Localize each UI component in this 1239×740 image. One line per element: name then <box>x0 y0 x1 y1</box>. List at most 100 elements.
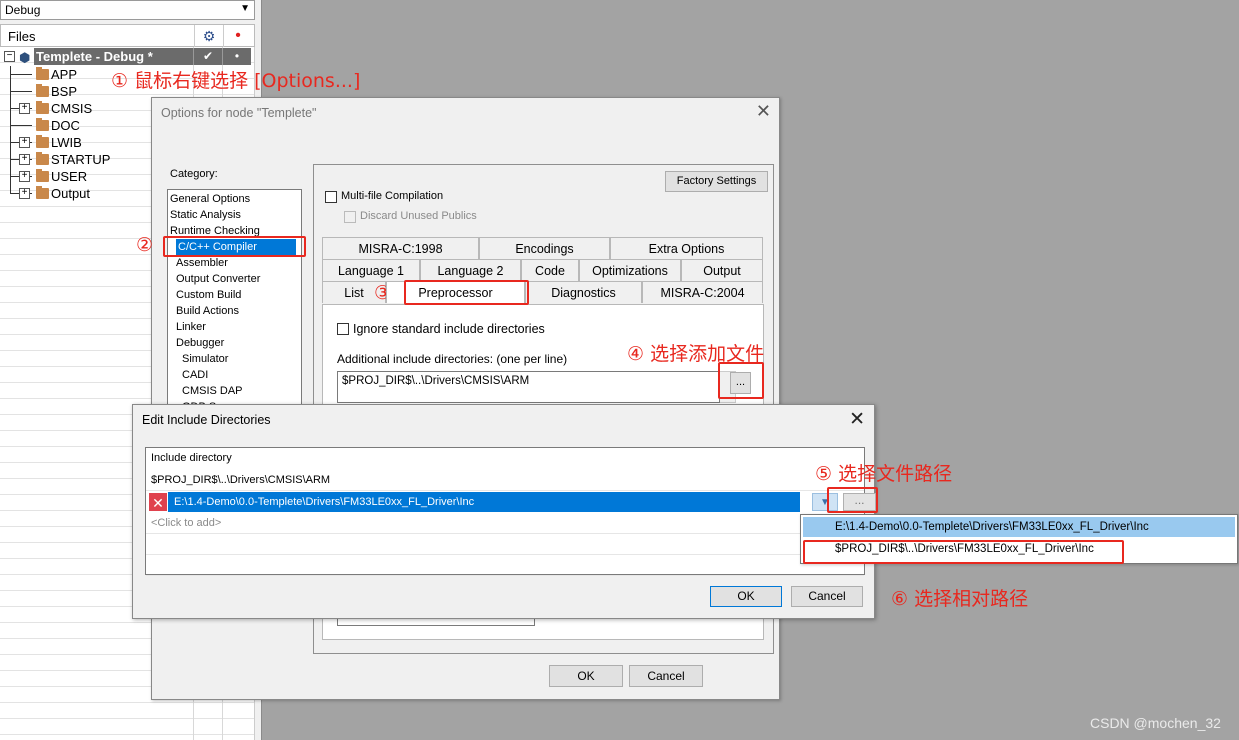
category-item-label: General Options <box>170 193 251 205</box>
root-dot-icon: • <box>222 48 251 65</box>
category-list[interactable]: General Options Static Analysis Runtime Ch… <box>167 189 302 409</box>
tab-misra-c-1998[interactable]: MISRA-C:1998 <box>322 237 479 259</box>
tab-code[interactable]: Code <box>521 259 579 281</box>
build-config-select[interactable]: Debug ▼ <box>0 0 255 20</box>
root-check-icon: ✔ <box>193 48 222 65</box>
category-item-label: Build Actions <box>176 305 239 317</box>
ok-button[interactable]: OK <box>549 665 623 687</box>
expand-toggle-icon[interactable]: + <box>19 188 30 199</box>
multi-file-checkbox[interactable] <box>325 191 337 203</box>
close-icon[interactable]: ✕ <box>849 408 865 431</box>
folder-icon <box>36 101 49 114</box>
tab-encodings[interactable]: Encodings <box>479 237 610 259</box>
category-item-12[interactable]: CMSIS DAP <box>168 383 301 399</box>
files-label: Files <box>8 29 36 44</box>
tab-optimizations[interactable]: Optimizations <box>579 259 681 281</box>
watermark: CSDN @mochen_32 <box>1090 715 1221 731</box>
additional-include-label: Additional include directories: (one per… <box>337 352 568 366</box>
tab-diagnostics[interactable]: Diagnostics <box>525 281 642 303</box>
folder-icon <box>36 84 49 97</box>
factory-settings-button[interactable]: Factory Settings <box>665 171 768 192</box>
dropdown-item-absolute[interactable]: E:\1.4-Demo\0.0-Templete\Drivers\FM33LE0… <box>803 517 1235 537</box>
folder-icon <box>36 152 49 165</box>
category-item-9[interactable]: Debugger <box>168 335 301 351</box>
category-item-label: Simulator <box>182 353 229 365</box>
highlight-compiler <box>163 236 306 257</box>
cancel-button[interactable]: Cancel <box>791 586 863 607</box>
dialog-title: Edit Include Directories <box>142 413 271 427</box>
category-item-label: Static Analysis <box>170 209 241 221</box>
tree-folder-label: USER <box>51 169 88 184</box>
expand-toggle-icon[interactable]: + <box>19 137 30 148</box>
tab-output[interactable]: Output <box>681 259 763 281</box>
list-row-empty <box>146 555 864 576</box>
multi-file-label: Multi-file Compilation <box>341 190 444 202</box>
discard-unused-checkbox <box>344 211 356 223</box>
category-item-0[interactable]: General Options <box>168 191 301 207</box>
tree-folder-label: CMSIS <box>51 101 93 116</box>
collapse-toggle-icon[interactable]: − <box>4 51 15 62</box>
category-item-10[interactable]: Simulator <box>168 351 301 367</box>
click-to-add-row[interactable]: <Click to add> <box>146 513 864 534</box>
tree-guide-line <box>10 125 32 126</box>
category-item-label: CMSIS DAP <box>182 385 243 397</box>
edit-include-dialog: Edit Include Directories ✕ Include direc… <box>132 404 876 619</box>
selected-include-row[interactable]: E:\1.4-Demo\0.0-Templete\Drivers\FM33LE0… <box>148 492 800 512</box>
list-item[interactable]: $PROJ_DIR$\..\Drivers\CMSIS\ARM <box>146 470 864 491</box>
category-item-label: Output Converter <box>176 273 261 285</box>
folder-icon <box>36 118 49 131</box>
tree-root-node[interactable]: − ⬢ Templete - Debug * ✔ • <box>0 48 255 65</box>
folder-icon <box>36 67 49 80</box>
build-config-value: Debug <box>5 3 41 17</box>
category-item-label: Linker <box>176 321 206 333</box>
close-icon[interactable]: ✕ <box>756 101 771 122</box>
tree-guide-line <box>10 74 32 75</box>
files-header: Files ⚙ • <box>0 24 255 47</box>
folder-icon <box>36 135 49 148</box>
folder-icon <box>36 186 49 199</box>
tree-guide-line <box>10 91 32 92</box>
include-directory-list: Include directory $PROJ_DIR$\..\Drivers\… <box>145 447 876 576</box>
tab-language-2[interactable]: Language 2 <box>420 259 521 281</box>
tree-folder-label: Output <box>51 186 91 201</box>
annotation-step-5: ⑤ 选择文件路径 <box>815 463 953 485</box>
category-item-8[interactable]: Linker <box>168 319 301 335</box>
highlight-add-button <box>718 362 764 399</box>
expand-toggle-icon[interactable]: + <box>19 103 30 114</box>
expand-toggle-icon[interactable]: + <box>19 171 30 182</box>
category-label: Category: <box>170 168 218 180</box>
tree-folder-label: BSP <box>51 84 78 99</box>
category-item-7[interactable]: Build Actions <box>168 303 301 319</box>
tab-extra-options[interactable]: Extra Options <box>610 237 763 259</box>
delete-icon[interactable]: ✕ <box>148 492 168 512</box>
category-item-1[interactable]: Static Analysis <box>168 207 301 223</box>
cancel-button[interactable]: Cancel <box>629 665 703 687</box>
category-item-11[interactable]: CADI <box>168 367 301 383</box>
ignore-std-label: Ignore standard include directories <box>353 322 545 336</box>
folder-icon <box>36 169 49 182</box>
annotation-step-2: ② <box>136 234 154 256</box>
category-item-label: CADI <box>182 369 209 381</box>
category-item-6[interactable]: Custom Build <box>168 287 301 303</box>
gear-icon[interactable]: ⚙ <box>194 25 223 47</box>
list-header: Include directory <box>151 452 232 464</box>
category-item-4[interactable]: Assembler <box>168 255 301 271</box>
highlight-relative-path <box>803 540 1124 564</box>
tab-language-1[interactable]: Language 1 <box>322 259 420 281</box>
discard-unused-label: Discard Unused Publics <box>360 210 477 222</box>
tree-folder-label: STARTUP <box>51 152 111 167</box>
list-row-empty <box>146 534 864 555</box>
ok-button[interactable]: OK <box>710 586 782 607</box>
include-directories-input[interactable]: $PROJ_DIR$\..\Drivers\CMSIS\ARM <box>337 371 720 403</box>
project-icon: ⬢ <box>19 50 31 65</box>
category-item-label: Debugger <box>176 337 225 349</box>
dialog-title: Options for node "Templete" <box>161 106 317 120</box>
category-item-label: Assembler <box>176 257 228 269</box>
expand-toggle-icon[interactable]: + <box>19 154 30 165</box>
chevron-down-icon[interactable]: ▼ <box>240 3 250 14</box>
ignore-std-checkbox[interactable] <box>337 323 349 335</box>
tree-root-label: Templete - Debug * <box>34 48 193 65</box>
red-dot-icon[interactable]: • <box>223 25 252 47</box>
category-item-5[interactable]: Output Converter <box>168 271 301 287</box>
tab-misra-c-2004[interactable]: MISRA-C:2004 <box>642 281 763 303</box>
